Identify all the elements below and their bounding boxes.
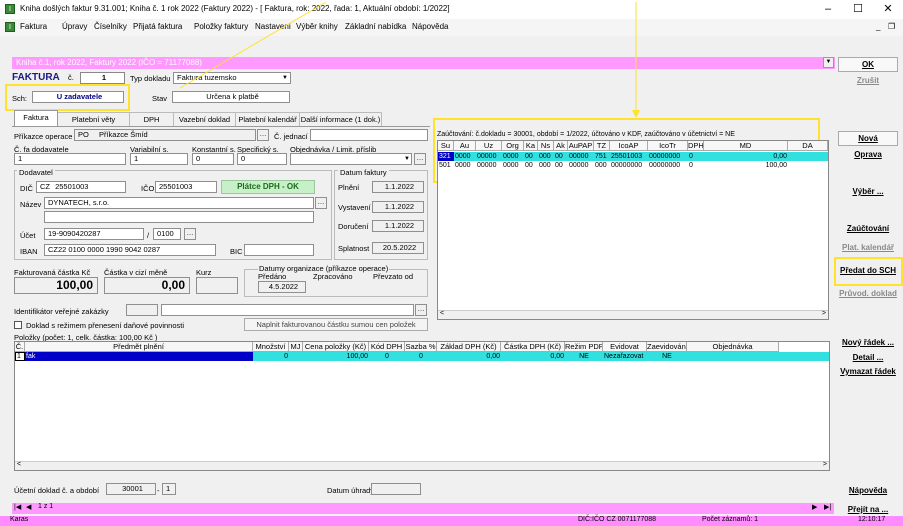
annotation-arrow-head [632,110,640,118]
status-user: Karas [10,516,29,523]
status-dic: DIČ:IČO CZ 0071177088 [578,516,657,523]
annotation-arrow-line [179,1,327,89]
status-pocet: Počet záznamů: 1 [702,516,759,523]
status-time: 12:10:17 [858,516,886,523]
annotation-arrows [179,1,640,118]
status-bar: Karas DIČ:IČO CZ 0071177088 Počet záznam… [0,516,903,526]
